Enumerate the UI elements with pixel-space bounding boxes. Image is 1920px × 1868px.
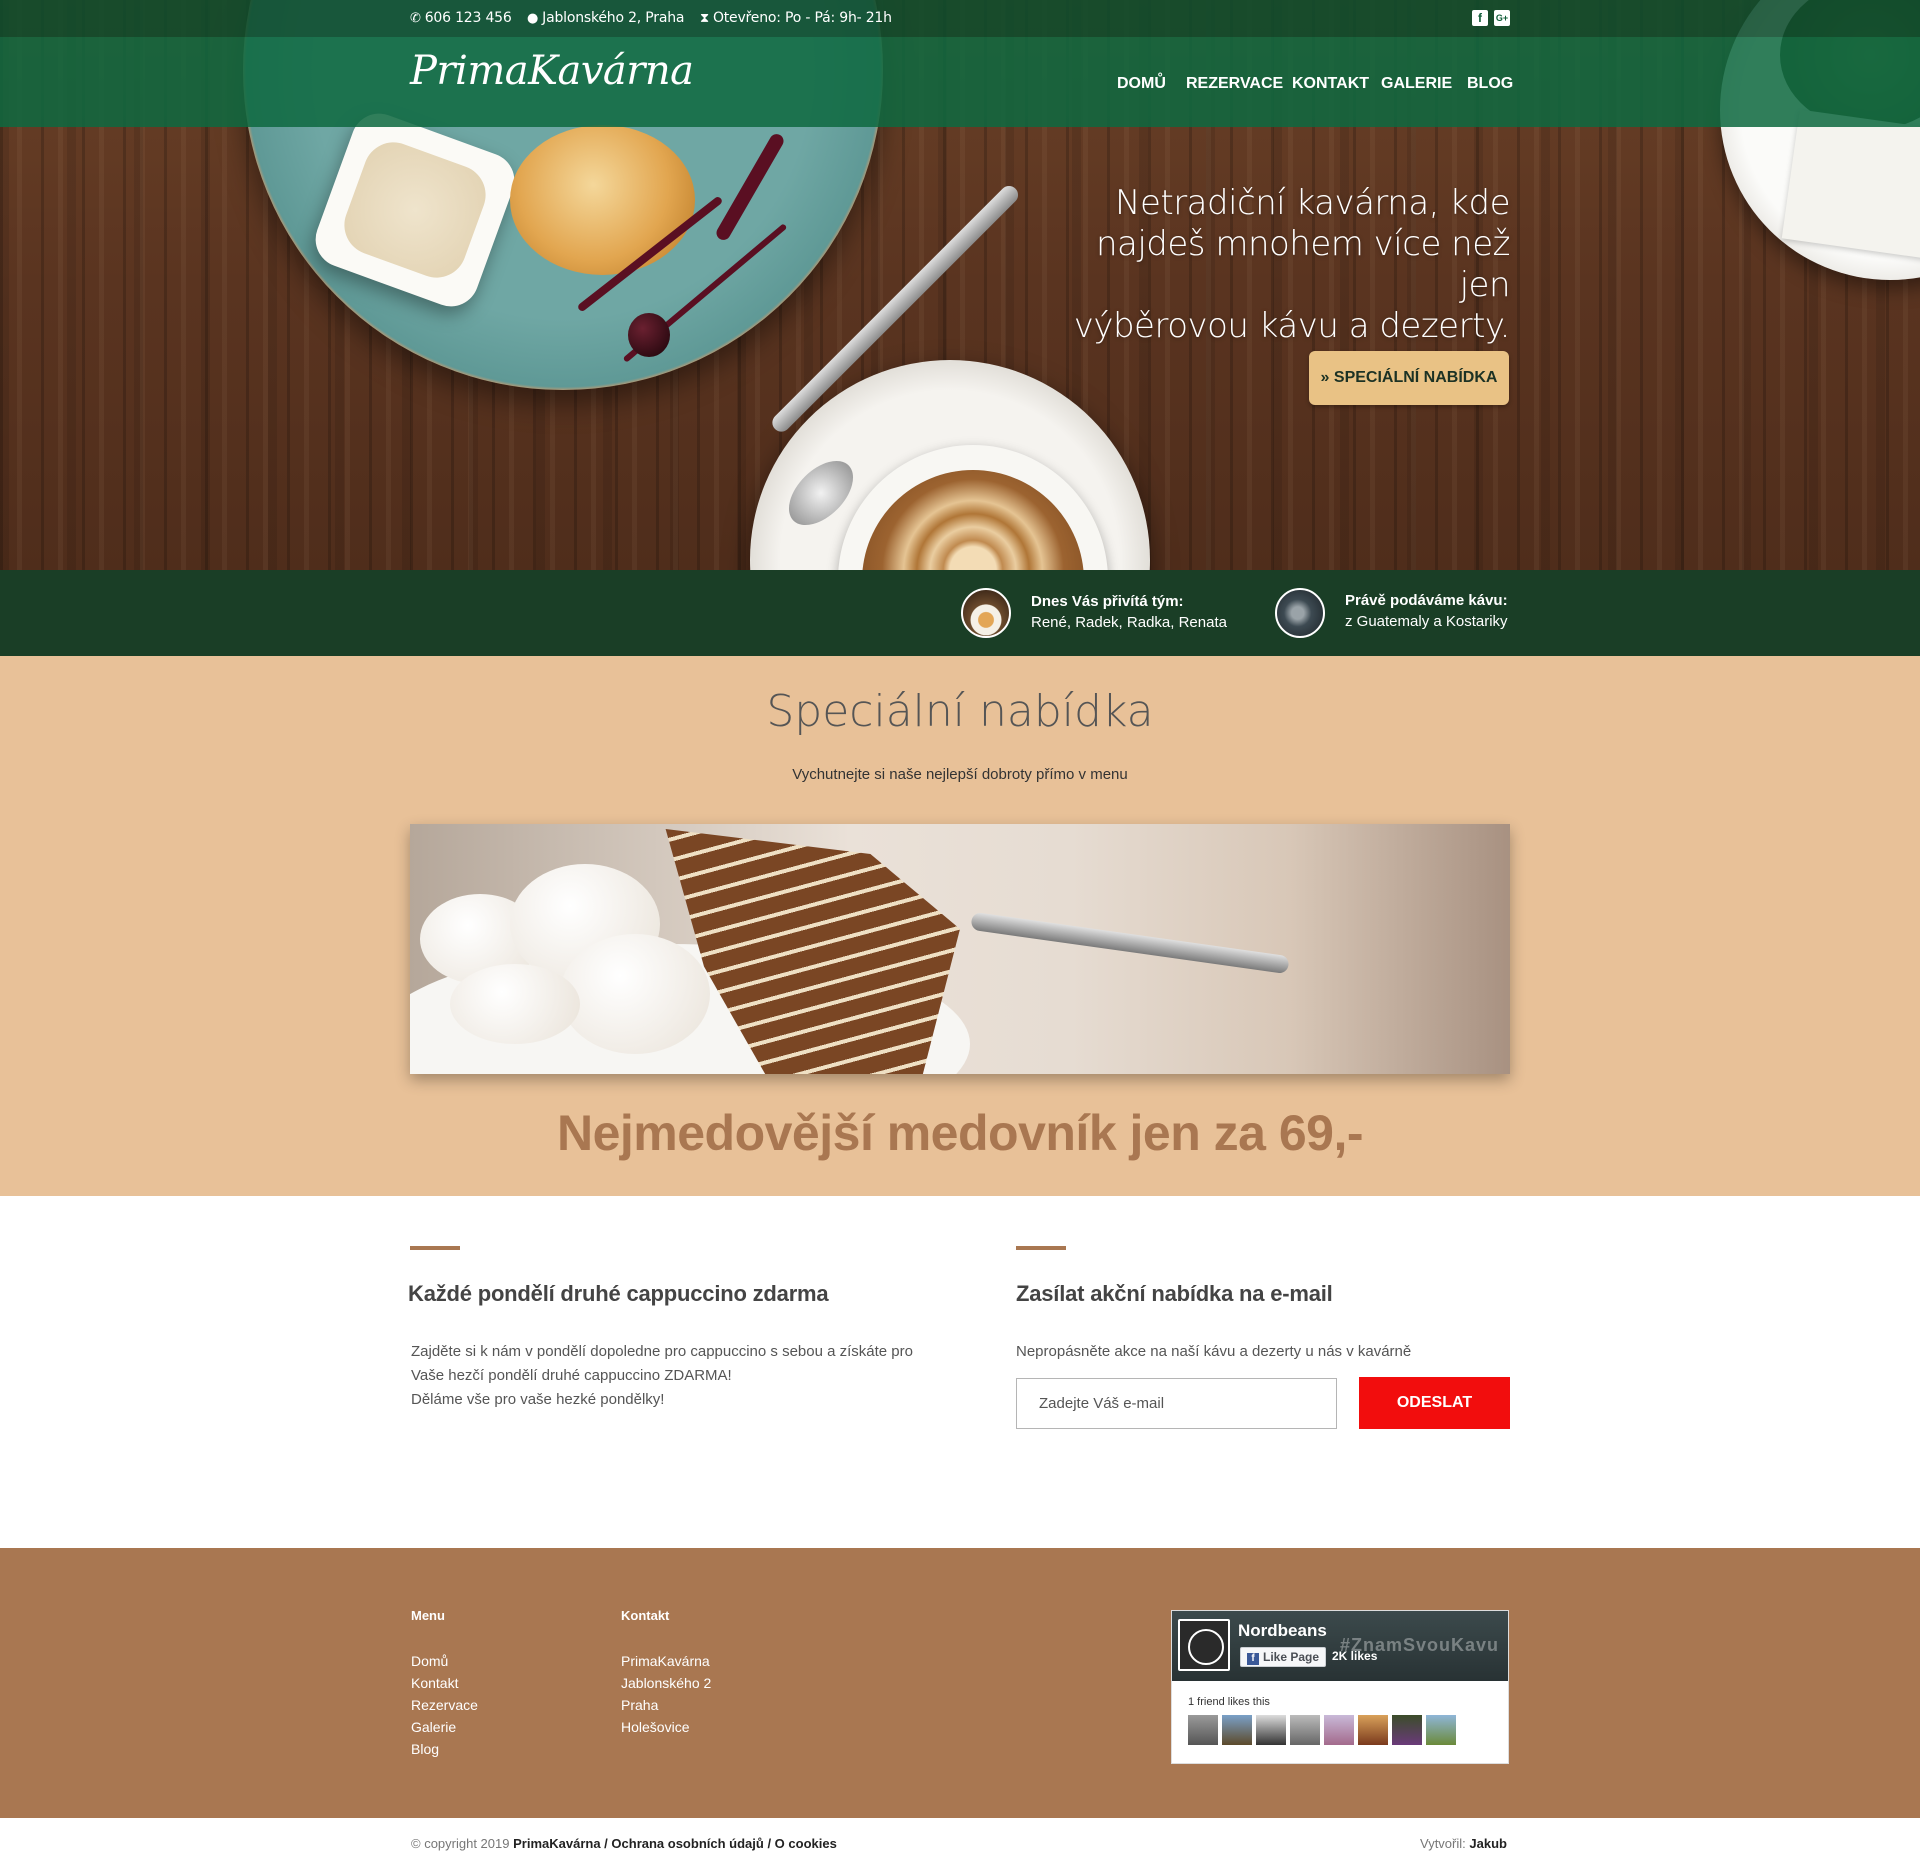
hero-headline: Netradiční kavárna, kde najdeš mnohem ví…	[1040, 183, 1511, 347]
cherry-image	[628, 313, 670, 357]
hero-section: ✆ 606 123 456 ● Jablonského 2, Praha ⧗ Otev…	[0, 0, 1920, 570]
fb-page-name[interactable]: Nordbeans	[1238, 1621, 1327, 1641]
whipped-cream	[450, 964, 580, 1044]
author-link[interactable]: Jakub	[1469, 1836, 1507, 1851]
footer-contact-title: Kontakt	[621, 1608, 670, 1623]
footer-contact-line: PrimaKavárna	[621, 1653, 710, 1669]
google-plus-icon[interactable]: G+	[1494, 10, 1510, 26]
email-input[interactable]	[1016, 1378, 1337, 1429]
phone-icon: ✆	[410, 11, 421, 26]
hours-text: Otevřeno: Po - Pá: 9h- 21h	[712, 10, 892, 26]
honey-cake-image	[410, 824, 1510, 1074]
promo-title: Každé pondělí druhé cappuccino zdarma	[408, 1281, 829, 1306]
fork-image	[970, 911, 1290, 975]
hero-headline-line: Netradiční kavárna, kde	[1115, 183, 1510, 223]
footer-contact-line: Holešovice	[621, 1719, 690, 1735]
hero-headline-line: najdeš mnohem více než jen	[1095, 224, 1511, 305]
nav-item-reservation[interactable]: REZERVACE	[1186, 75, 1283, 93]
special-offer-button[interactable]: » SPECIÁLNÍ NABÍDKA	[1309, 351, 1509, 405]
fb-cover-image: #ZnamSvouKavu Nordbeans f Like Page 2K li…	[1172, 1611, 1508, 1681]
address-info: ● Jablonského 2, Praha	[527, 10, 684, 26]
hours-info: ⧗ Otevřeno: Po - Pá: 9h- 21h	[700, 10, 892, 26]
privacy-link[interactable]: Ochrana osobních údajů	[611, 1836, 763, 1851]
promo-line: Zajděte si k nám v pondělí dopoledne pro…	[411, 1343, 913, 1360]
copyright-brand-link[interactable]: PrimaKavárna	[513, 1836, 600, 1851]
footer	[0, 1548, 1920, 1818]
team-title: Dnes Vás přivítá tým:	[1031, 593, 1184, 610]
coffee-title: Právě podáváme kávu:	[1345, 592, 1508, 609]
footer-link-contact[interactable]: Kontakt	[411, 1675, 458, 1691]
whipped-cream	[560, 934, 710, 1054]
status-bar: Dnes Vás přivítá tým: René, Radek, Radka…	[0, 570, 1920, 656]
nav-item-gallery[interactable]: GALERIE	[1381, 75, 1452, 93]
promo-line: Děláme vše pro vaše hezké pondělky!	[411, 1391, 665, 1408]
fb-friend-avatar[interactable]	[1188, 1715, 1218, 1745]
fb-friend-avatar[interactable]	[1290, 1715, 1320, 1745]
facebook-icon[interactable]: f	[1472, 10, 1488, 26]
facebook-icon: f	[1247, 1653, 1259, 1665]
footer-link-reservation[interactable]: Rezervace	[411, 1697, 478, 1713]
fb-friends-text: 1 friend likes this	[1188, 1696, 1270, 1708]
offer-price-headline: Nejmedovější medovník jen za 69,-	[556, 1105, 1364, 1161]
hourglass-icon: ⧗	[700, 11, 709, 26]
fb-friend-avatar[interactable]	[1324, 1715, 1354, 1745]
top-info-bar: ✆ 606 123 456 ● Jablonského 2, Praha ⧗ Otev…	[0, 0, 1920, 37]
footer-contact-line: Praha	[621, 1697, 659, 1713]
offer-title: Speciální nabídka	[766, 686, 1154, 737]
footer-contact-line: Jablonského 2	[621, 1675, 712, 1691]
special-offer-section: Speciální nabídka Vychutnejte si naše ne…	[0, 656, 1920, 1196]
phone-number: 606 123 456	[424, 10, 512, 26]
copyright-separator: /	[763, 1836, 775, 1851]
copyright-separator: /	[600, 1836, 612, 1851]
pancake-image	[510, 125, 695, 275]
copyright-prefix: © copyright 2019	[411, 1836, 510, 1851]
coffee-avatar	[1275, 588, 1325, 638]
fb-like-label: Like Page	[1263, 1650, 1320, 1664]
nav-item-home[interactable]: DOMŮ	[1117, 75, 1166, 93]
coffee-value: z Guatemaly a Kostariky	[1345, 613, 1508, 630]
cookies-link[interactable]: O cookies	[775, 1836, 837, 1851]
fb-friend-avatar[interactable]	[1392, 1715, 1422, 1745]
offer-subtitle: Vychutnejte si naše nejlepší dobroty pří…	[792, 766, 1128, 783]
fb-page-logo[interactable]	[1178, 1619, 1230, 1671]
copyright-line: © copyright 2019 PrimaKavárna / Ochrana …	[411, 1836, 837, 1851]
author-credit: Vytvořil: Jakub	[1420, 1836, 1507, 1851]
footer-link-home[interactable]: Domů	[411, 1653, 448, 1669]
fb-like-button[interactable]: f Like Page	[1240, 1647, 1327, 1667]
footer-link-gallery[interactable]: Galerie	[411, 1719, 456, 1735]
fb-friend-avatar[interactable]	[1222, 1715, 1252, 1745]
main-navigation	[0, 37, 1920, 127]
fb-friend-avatar[interactable]	[1256, 1715, 1286, 1745]
newsletter-accent-line	[1016, 1246, 1066, 1250]
team-value: René, Radek, Radka, Renata	[1031, 614, 1227, 631]
nav-item-blog[interactable]: BLOG	[1467, 75, 1513, 93]
hero-headline-line: výběrovou kávu a dezerty.	[1073, 306, 1511, 346]
site-logo[interactable]: PrimaKavárna	[410, 48, 694, 94]
napkin-image	[1781, 109, 1920, 261]
facebook-page-widget: #ZnamSvouKavu Nordbeans f Like Page 2K li…	[1171, 1610, 1509, 1764]
promo-accent-line	[410, 1246, 460, 1250]
promo-line: Vaše hezčí pondělí druhé cappuccino ZDAR…	[411, 1367, 732, 1384]
promo-text: Zajděte si k nám v pondělí dopoledne pro…	[411, 1340, 913, 1412]
footer-link-blog[interactable]: Blog	[411, 1741, 439, 1757]
fb-friend-avatar[interactable]	[1426, 1715, 1456, 1745]
fb-friend-avatar[interactable]	[1358, 1715, 1388, 1745]
globe-icon: ●	[527, 11, 539, 26]
submit-button[interactable]: ODESLAT	[1359, 1377, 1510, 1429]
footer-menu-title: Menu	[411, 1608, 445, 1623]
newsletter-title: Zasílat akční nabídka na e-mail	[1016, 1281, 1333, 1306]
phone-info[interactable]: ✆ 606 123 456	[410, 10, 512, 26]
newsletter-text: Nepropásněte akce na naší kávu a dezerty…	[1016, 1343, 1412, 1360]
address-text: Jablonského 2, Praha	[542, 10, 685, 26]
nav-item-contact[interactable]: KONTAKT	[1292, 75, 1369, 93]
fb-likes-count: 2K likes	[1332, 1649, 1378, 1663]
team-avatar	[961, 588, 1011, 638]
author-label: Vytvořil:	[1420, 1836, 1466, 1851]
